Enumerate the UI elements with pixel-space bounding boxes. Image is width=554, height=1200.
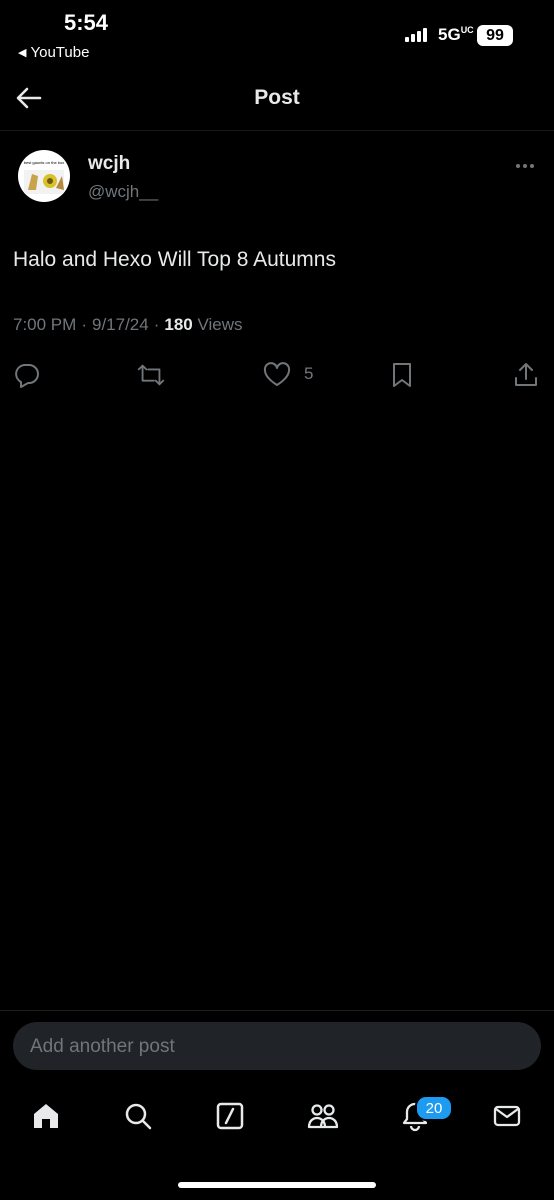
- views-count: 180: [164, 315, 193, 334]
- author-display-name[interactable]: wcjh: [88, 153, 130, 175]
- back-to-app-link[interactable]: ◀ YouTube: [18, 44, 89, 61]
- share-icon[interactable]: [512, 360, 542, 390]
- network-suffix: UC: [460, 25, 474, 35]
- composer-placeholder[interactable]: Add another post: [30, 1036, 175, 1058]
- avatar[interactable]: best gaunts on the box: [18, 150, 70, 202]
- post-text: Halo and Hexo Will Top 8 Autumns: [13, 248, 336, 271]
- page-title: Post: [254, 86, 300, 109]
- notification-badge: 20: [415, 1095, 453, 1121]
- header-divider: [0, 130, 554, 131]
- meta-separator: ·: [81, 315, 87, 334]
- network-label: 5G: [438, 25, 461, 44]
- composer-divider: [0, 1010, 554, 1011]
- post-date: 9/17/24: [91, 315, 149, 334]
- like-count: 5: [304, 364, 314, 383]
- search-icon[interactable]: [120, 1098, 156, 1134]
- signal-icon: [405, 28, 427, 42]
- bookmark-icon[interactable]: [389, 360, 419, 390]
- reply-icon[interactable]: [13, 360, 43, 390]
- back-triangle-icon: ◀: [18, 47, 27, 59]
- home-icon[interactable]: [28, 1098, 64, 1134]
- status-time: 5:54: [64, 10, 109, 35]
- post-meta: 7:00 PM · 9/17/24 · 180 Views: [13, 315, 243, 335]
- battery-indicator: 99: [477, 25, 513, 46]
- post-time: 7:00 PM: [13, 315, 77, 334]
- communities-icon[interactable]: [305, 1098, 341, 1134]
- compose-icon[interactable]: [212, 1098, 248, 1134]
- messages-icon[interactable]: [489, 1098, 525, 1134]
- views-stat[interactable]: 180 Views: [164, 315, 242, 335]
- like-icon[interactable]: [262, 360, 292, 390]
- author-handle[interactable]: @wcjh__: [88, 182, 158, 202]
- back-app-label: YouTube: [30, 44, 90, 61]
- meta-separator: ·: [153, 315, 160, 334]
- more-icon[interactable]: [514, 155, 535, 173]
- network-indicator: 5GUC: [438, 25, 474, 45]
- repost-icon[interactable]: [136, 360, 166, 390]
- views-label: Views: [197, 315, 243, 334]
- home-indicator[interactable]: [178, 1182, 376, 1188]
